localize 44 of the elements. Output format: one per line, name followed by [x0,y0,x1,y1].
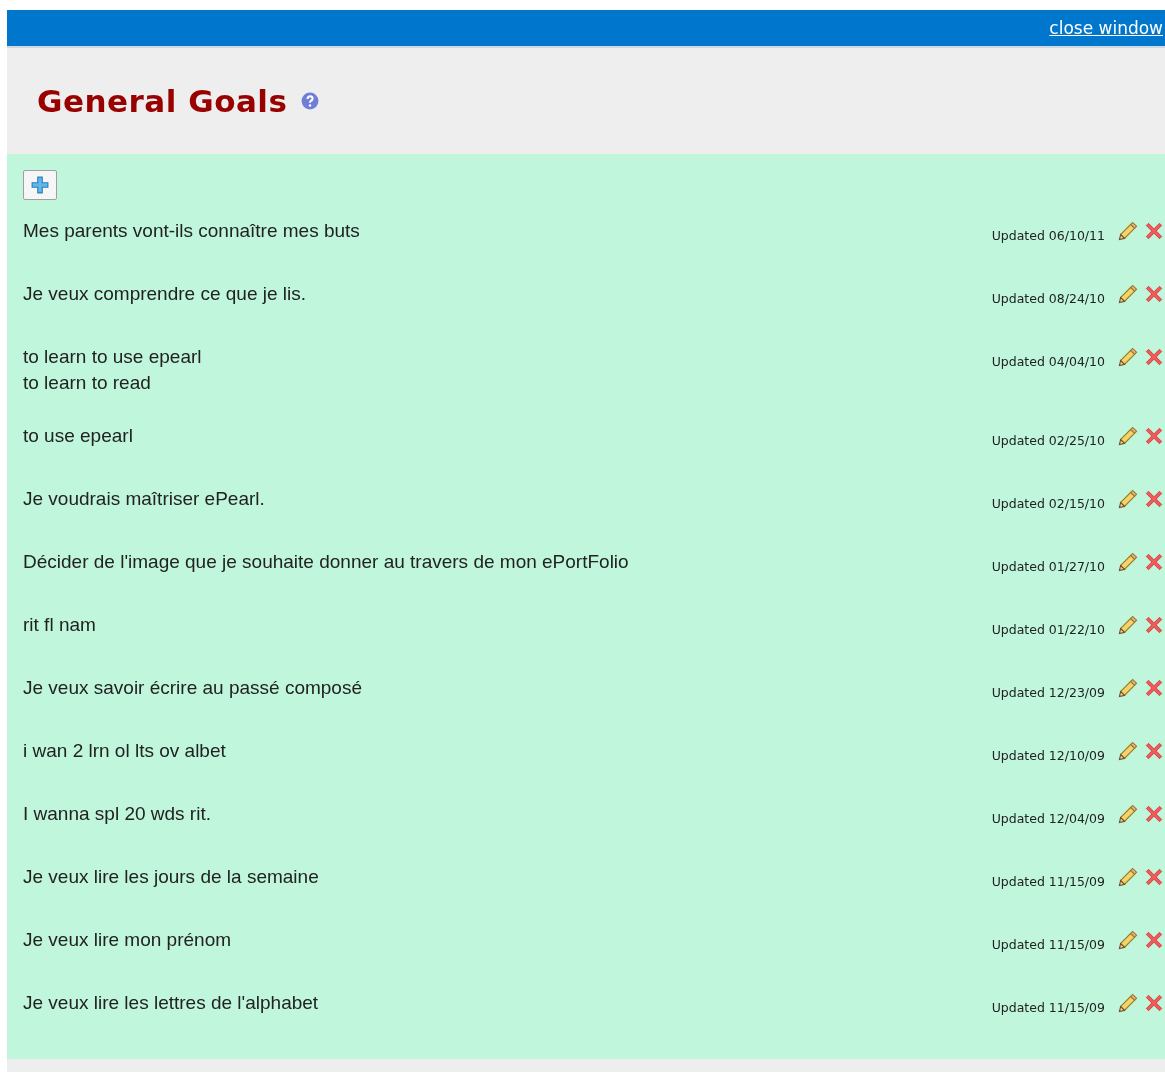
pencil-icon[interactable] [1117,345,1139,368]
pencil-icon[interactable] [1117,550,1139,573]
updated-date: Updated 01/27/10 [991,558,1105,574]
pencil-icon[interactable] [1117,676,1139,699]
updated-date: Updated 02/15/10 [991,495,1105,511]
pencil-icon[interactable] [1117,613,1139,636]
goal-text: i wan 2 lrn ol lts ov albet [23,739,226,763]
goal-text: Décider de l'image que je souhaite donner au travers de mon ePortFolio [23,550,629,574]
updated-date: Updated 02/25/10 [991,432,1105,448]
goal-text: Je veux lire les jours de la semaine [23,865,319,889]
pencil-icon[interactable] [1117,487,1139,510]
goal-text: Je veux lire les lettres de l'alphabet [23,991,319,1015]
goal-text: to learn to use epearl to learn to read [23,345,202,395]
updated-date: Updated 11/15/09 [991,999,1105,1015]
pencil-icon[interactable] [1117,424,1139,447]
plus-icon [31,176,49,194]
pencil-icon[interactable] [1117,219,1139,242]
pencil-icon[interactable] [1117,802,1139,825]
updated-date: Updated 12/23/09 [991,684,1105,700]
goal-text: Je veux lire mon prénom [23,928,232,952]
goal-text: Mes parents vont-ils connaître mes buts [23,219,360,243]
page-title: General Goals [37,83,288,119]
goal-text: Je veux savoir écrire au passé composé [23,676,362,700]
updated-date: Updated 12/10/09 [991,747,1105,763]
pencil-icon[interactable] [1117,865,1139,888]
goal-text: Je voudrais maîtriser ePearl. [23,487,265,511]
pencil-icon[interactable] [1117,991,1139,1014]
pencil-icon[interactable] [1117,928,1139,951]
goal-text: I wanna spl 20 wds rit. [23,802,211,826]
updated-date: Updated 06/10/11 [991,227,1105,243]
close-window-link[interactable]: close window [1049,18,1165,38]
goal-text: Je veux comprendre ce que je lis. [23,282,307,306]
add-button[interactable] [23,170,57,200]
pencil-icon[interactable] [1117,282,1139,305]
updated-date: Updated 08/24/10 [991,290,1105,306]
help-icon[interactable] [301,92,320,110]
updated-date: Updated 11/15/09 [991,873,1105,889]
updated-date: Updated 04/04/10 [991,353,1105,369]
goal-text: to use epearl [23,424,133,448]
updated-date: Updated 01/22/10 [991,621,1105,637]
updated-date: Updated 11/15/09 [991,936,1105,952]
updated-date: Updated 12/04/09 [991,810,1105,826]
goal-text: rit fl nam [23,613,96,637]
pencil-icon[interactable] [1117,739,1139,762]
